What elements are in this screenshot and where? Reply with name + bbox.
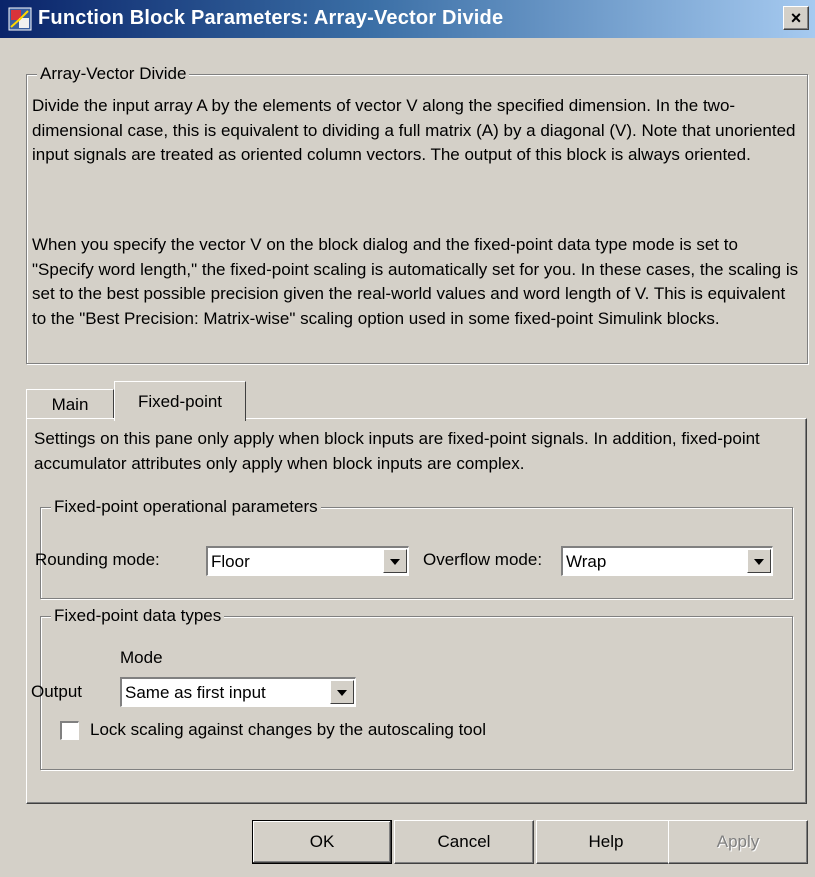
help-button[interactable]: Help xyxy=(536,820,676,864)
operational-parameters-legend: Fixed-point operational parameters xyxy=(51,497,321,517)
close-button[interactable]: × xyxy=(783,6,809,30)
tab-fixed-point[interactable]: Fixed-point xyxy=(114,381,246,421)
apply-button[interactable]: Apply xyxy=(668,820,808,864)
output-mode-select[interactable]: Same as first input xyxy=(120,677,356,707)
data-types-legend: Fixed-point data types xyxy=(51,606,225,626)
chevron-down-icon[interactable] xyxy=(747,549,771,573)
tab-main[interactable]: Main xyxy=(26,389,114,419)
output-mode-value: Same as first input xyxy=(125,683,266,702)
window-title: Function Block Parameters: Array-Vector … xyxy=(38,7,504,29)
title-bar[interactable]: Function Block Parameters: Array-Vector … xyxy=(0,0,815,38)
block-description-paragraph-1: Divide the input array A by the elements… xyxy=(32,96,796,164)
block-description-legend: Array-Vector Divide xyxy=(37,64,190,84)
rounding-mode-select[interactable]: Floor xyxy=(206,546,409,576)
fixed-point-tab-panel: Settings on this pane only apply when bl… xyxy=(26,418,807,804)
rounding-mode-value: Floor xyxy=(211,552,250,571)
lock-scaling-checkbox[interactable] xyxy=(60,721,79,740)
rounding-mode-label: Rounding mode: xyxy=(35,550,160,569)
block-description-paragraph-2: When you specify the vector V on the blo… xyxy=(32,235,799,328)
chevron-down-icon[interactable] xyxy=(383,549,407,573)
fixed-point-intro-text: Settings on this pane only apply when bl… xyxy=(34,429,760,473)
chevron-down-icon[interactable] xyxy=(330,680,354,704)
overflow-mode-select[interactable]: Wrap xyxy=(561,546,773,576)
cancel-button[interactable]: Cancel xyxy=(394,820,534,864)
simulink-block-icon xyxy=(8,7,32,31)
ok-button[interactable]: OK xyxy=(252,820,392,864)
overflow-mode-value: Wrap xyxy=(566,552,607,571)
lock-scaling-label[interactable]: Lock scaling against changes by the auto… xyxy=(90,720,486,740)
overflow-mode-label: Overflow mode: xyxy=(423,550,543,569)
mode-column-header: Mode xyxy=(120,648,163,667)
output-label: Output xyxy=(31,682,83,701)
